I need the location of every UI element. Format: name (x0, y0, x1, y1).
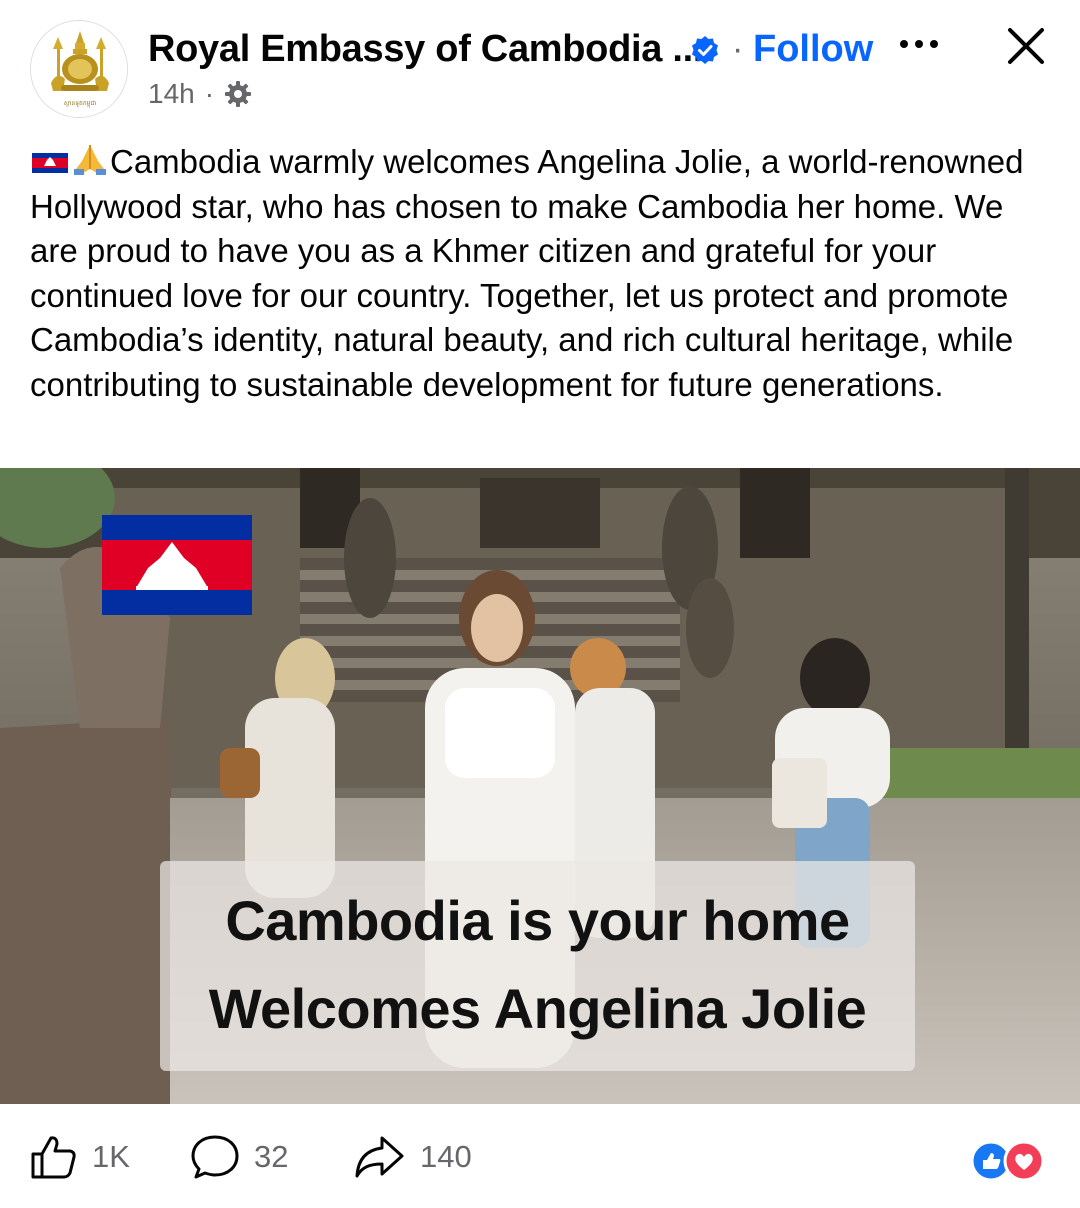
royal-emblem-icon: ស្ថានទូតកម្ពុជា (31, 21, 127, 117)
page-name[interactable]: Royal Embassy of Cambodia ... (148, 28, 703, 71)
image-caption-line-1: Cambodia is your home (225, 889, 850, 952)
cambodia-flag-icon (32, 153, 68, 173)
post-image[interactable]: Cambodia is your home Welcomes Angelina … (0, 468, 1080, 1104)
comment-icon (191, 1135, 239, 1179)
like-count: 1K (92, 1139, 130, 1174)
cambodia-flag-overlay (102, 515, 252, 615)
comment-button[interactable]: 32 (190, 1134, 288, 1180)
more-icon[interactable] (896, 26, 942, 66)
post-meta: 14h · (148, 78, 252, 110)
post-text: Cambodia warmly welcomes Angelina Jolie,… (30, 140, 1050, 407)
page-avatar[interactable]: ស្ថានទូតកម្ពុជា (30, 20, 128, 118)
post-time[interactable]: 14h (148, 78, 195, 110)
post-actions-bar: 1K 32 140 (0, 1104, 1080, 1208)
share-icon (355, 1136, 404, 1178)
follow-button[interactable]: Follow (753, 28, 873, 71)
comment-count: 32 (254, 1139, 289, 1174)
follow-separator: · (732, 30, 744, 68)
meta-separator: · (204, 78, 215, 109)
post-body-text: Cambodia warmly welcomes Angelina Jolie,… (30, 143, 1024, 403)
like-icon (31, 1136, 76, 1179)
gear-icon (225, 81, 252, 107)
svg-text:ស្ថានទូតកម្ពុជា: ស្ថានទូតកម្ពុជា (64, 100, 97, 108)
close-icon[interactable] (1004, 24, 1048, 68)
share-count: 140 (420, 1139, 472, 1174)
like-button[interactable]: 1K (30, 1134, 130, 1180)
verified-badge-icon (692, 36, 718, 64)
post-header: ស្ថានទូតកម្ពុជា Royal Embassy of Cambodi… (0, 0, 1080, 128)
image-caption-line-2: Welcomes Angelina Jolie (208, 977, 867, 1040)
folded-hands-icon (74, 145, 106, 175)
share-button[interactable]: 140 (354, 1134, 472, 1180)
reactions-summary[interactable] (970, 1140, 1056, 1182)
